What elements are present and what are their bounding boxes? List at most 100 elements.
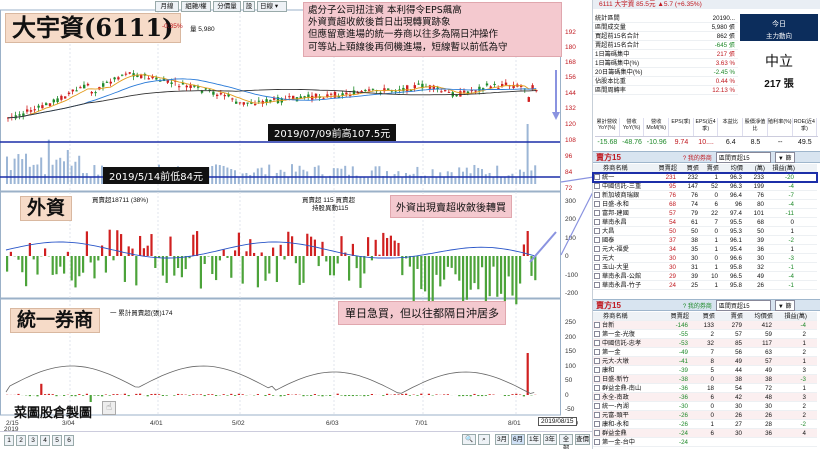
toolbar-combo[interactable]: 組雜/權 [181,1,211,12]
column-header[interactable]: 均價張 [743,312,773,320]
zoom-out-icon[interactable]: 🔍 [462,434,476,445]
chart-area[interactable]: 192 180 168 156 144 132 120 108 96 84 72 300 200 100 0… [0,0,592,449]
page-button[interactable]: 5 [52,435,62,446]
broker-row[interactable]: 中國信託-三重 95 147 52 96.3 199 -4 [593,182,817,191]
row-checkbox[interactable] [594,192,600,198]
period-button[interactable]: 1年 [527,434,541,445]
broker-row[interactable]: 大昌 50 50 0 95.3 50 1 [593,227,817,236]
toolbar-settings[interactable]: 設 [243,1,255,12]
broker-row[interactable]: 中國信託-忠孝 -53 32 85 117 1 [593,339,817,348]
column-header[interactable]: 券商名稱 [603,164,653,172]
row-checkbox[interactable] [594,331,600,337]
broker-row[interactable]: 第一金-台中 -24 [593,438,817,447]
broker-row[interactable]: 元大-大墩 -41 8 49 57 1 [593,357,817,366]
toolbar-price-volume[interactable]: 分價量 [213,1,241,12]
row-checkbox[interactable] [594,385,600,391]
page-button[interactable]: 3 [28,435,38,446]
broker-row[interactable]: 富邦-建國 57 79 22 97.4 101 -11 [593,209,817,218]
broker-row[interactable]: 元大 30 30 0 96.6 30 -3 [593,254,817,263]
broker-row[interactable]: 統一 231 232 1 96.3 233 -20 [592,172,818,183]
broker-row[interactable]: 群益金鼎 -24 6 30 36 4 [593,429,817,438]
row-checkbox[interactable] [594,219,600,225]
period-button[interactable]: 全部 [559,434,573,449]
row-checkbox[interactable] [594,264,600,270]
row-checkbox[interactable] [594,349,600,355]
column-header[interactable]: 均價 [719,164,743,172]
broker-row[interactable]: 元富-頭平 -26 0 26 26 2 [593,411,817,420]
column-header[interactable]: 損益(萬) [765,164,795,172]
row-checkbox[interactable] [594,322,600,328]
row-checkbox[interactable] [594,439,600,445]
broker-row[interactable]: 華南永昌-公館 29 39 10 96.5 49 -4 [593,272,817,281]
row-checkbox[interactable] [594,183,600,189]
broker-row[interactable]: 新加坡商瑞銀 76 76 0 96.4 76 -7 [593,191,817,200]
page-button[interactable]: 6 [64,435,74,446]
row-checkbox[interactable] [594,412,600,418]
period-button[interactable]: 3月 [495,434,509,445]
broker-row[interactable]: 元大-福愛 34 35 1 95.4 36 1 [593,245,817,254]
column-header[interactable]: 買賣超 [663,312,689,320]
foreign-bar [351,243,354,256]
column-header[interactable]: 買賣超 [653,164,677,172]
row-checkbox[interactable] [594,282,600,288]
row-checkbox[interactable] [594,358,600,364]
price-axis-tick: 120 [565,121,576,128]
range-select[interactable]: 區間買超15 [715,151,771,163]
column-header[interactable]: 買張 [677,164,699,172]
column-header[interactable]: 賣張 [699,164,719,172]
row-checkbox[interactable] [594,394,600,400]
filter-button[interactable]: ▼ 篩 [774,151,795,163]
range-select-sell[interactable]: 區間買超15 [715,299,771,311]
period-button[interactable]: 6月 [511,434,525,445]
broker-row[interactable]: 康和 -39 5 44 49 3 [593,366,817,375]
broker-row[interactable]: 群益金鼎-南山 -36 18 54 72 1 [593,384,817,393]
broker-row[interactable]: 日盛-永和 68 74 6 96 80 -4 [593,200,817,209]
broker-row[interactable]: 永全-南政 -36 6 42 48 3 [593,393,817,402]
filter-button-sell[interactable]: ▼ 篩 [774,299,795,311]
row-checkbox[interactable] [594,210,600,216]
row-checkbox[interactable] [594,174,600,180]
foreign-bar [268,256,271,274]
broker-row[interactable]: 第一金 -49 7 56 63 2 [593,348,817,357]
broker-row[interactable]: 國泰 37 38 1 96.1 39 -2 [593,236,817,245]
row-checkbox[interactable] [594,237,600,243]
row-checkbox[interactable] [594,201,600,207]
row-checkbox[interactable] [594,367,600,373]
toolbar-monthly[interactable]: 月線 [155,1,179,12]
my-broker-tag-sell[interactable]: ? 我的券商 [683,301,712,310]
broker-cell: 133 [703,322,714,329]
row-checkbox[interactable] [594,376,600,382]
row-checkbox[interactable] [594,228,600,234]
row-checkbox[interactable] [594,246,600,252]
period-select[interactable]: 日線 ▾ [257,1,287,12]
page-button[interactable]: 2 [16,435,26,446]
row-checkbox[interactable] [594,255,600,261]
broker-row[interactable]: 華南永昌-竹子 24 25 1 95.8 26 -1 [593,281,817,290]
broker-row[interactable]: 第一金-光復 -55 2 57 59 2 [593,330,817,339]
row-checkbox[interactable] [594,340,600,346]
broker-row[interactable]: 統一-內湖 -30 0 30 30 2 [593,402,817,411]
column-header[interactable]: 買張 [689,312,715,320]
broker-row[interactable]: 日盛-新竹 -38 0 38 38 -3 [593,375,817,384]
broker-row[interactable]: 玉山-大里 30 31 1 95.8 32 -1 [593,263,817,272]
broker-row[interactable]: 華南永昌 54 61 7 95.5 68 0 [593,218,817,227]
row-checkbox[interactable] [594,421,600,427]
row-checkbox[interactable] [594,273,600,279]
period-button[interactable]: 3年 [543,434,557,445]
period-button[interactable]: 查價 [575,434,590,445]
page-button[interactable]: 1 [4,435,14,446]
column-header[interactable]: 券商名稱 [603,312,663,320]
broker-cell: 95.4 [729,246,742,253]
price-chart-svg[interactable]: 1921801681561441321201089684723002001000… [0,0,592,449]
column-header[interactable]: 賣張 [715,312,743,320]
broker-row[interactable]: 康和-永和 -26 1 27 28 -2 [593,420,817,429]
column-header[interactable]: (萬) [743,164,765,172]
row-checkbox[interactable] [594,403,600,409]
my-broker-tag[interactable]: ? 我的券商 [683,153,712,162]
search-icon[interactable]: ⌕ [478,434,490,445]
stat-value: 862 張 [716,33,735,40]
page-button[interactable]: 4 [40,435,50,446]
broker-row[interactable]: 台新 -146 133 279 412 -4 [593,321,817,330]
column-header[interactable]: 損益(萬) [773,312,807,320]
row-checkbox[interactable] [594,430,600,436]
